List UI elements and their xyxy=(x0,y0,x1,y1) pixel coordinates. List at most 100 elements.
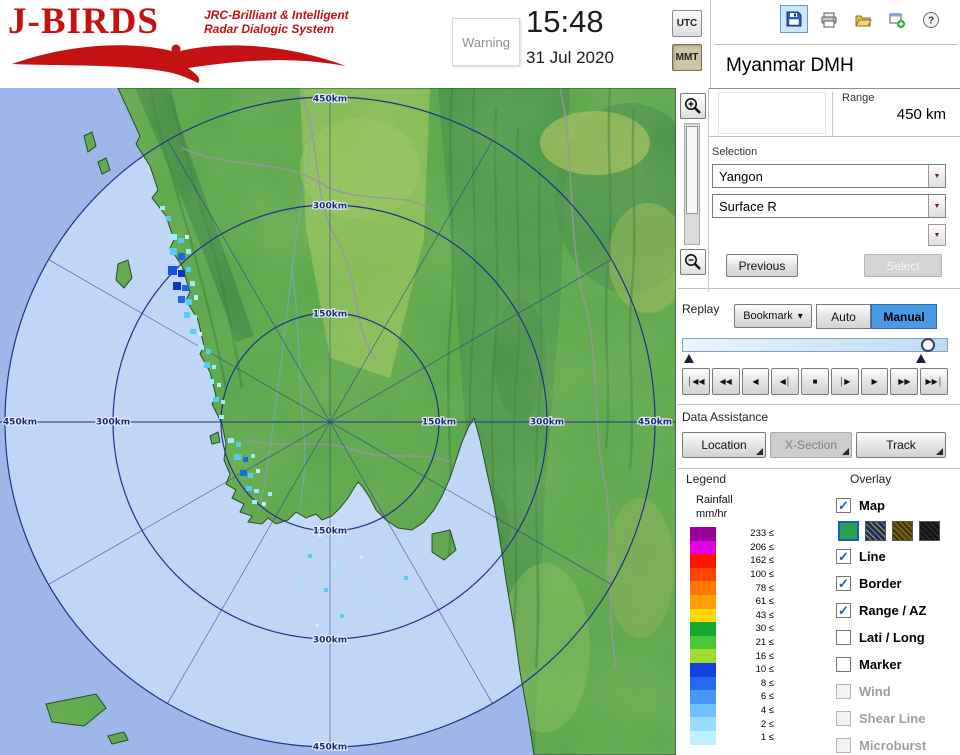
legend-value: 43 ≤ xyxy=(755,609,774,621)
zoom-in-button[interactable] xyxy=(680,93,706,119)
legend-color-swatch xyxy=(690,717,716,731)
range-ring-label: 300km xyxy=(313,636,347,646)
overlay-item-lati-long[interactable]: Lati / Long xyxy=(836,624,960,651)
chevron-down-icon[interactable] xyxy=(928,165,945,187)
overlay-label: Shear Line xyxy=(859,711,926,726)
elevation-dropdown-arrow[interactable] xyxy=(928,224,946,246)
chevron-down-icon[interactable] xyxy=(928,195,945,217)
legend-color-swatch xyxy=(690,554,716,568)
checkbox[interactable]: ✓ xyxy=(836,549,851,564)
zoom-scrollbar[interactable] xyxy=(684,123,700,245)
legend-value: 206 ≤ xyxy=(750,541,774,553)
clock-date: 31 Jul 2020 xyxy=(526,48,614,67)
overlay-item-map[interactable]: ✓ Map xyxy=(836,492,960,519)
overlay-item-shear-line[interactable]: Shear Line xyxy=(836,705,960,732)
overlay-item-marker[interactable]: Marker xyxy=(836,651,960,678)
utc-button[interactable]: UTC xyxy=(672,10,702,37)
legend-color-swatch xyxy=(690,540,716,555)
overlay-item-wind[interactable]: Wind xyxy=(836,678,960,705)
timeline-slider-knob[interactable] xyxy=(921,338,935,352)
legend-row: 100 ≤ xyxy=(690,567,774,582)
capture-button[interactable] xyxy=(884,7,910,33)
print-button[interactable] xyxy=(816,7,842,33)
playback-button-1[interactable]: ◀◀ xyxy=(711,368,740,395)
x-section-button[interactable]: X-Section xyxy=(770,432,852,458)
location-button[interactable]: Location xyxy=(682,432,766,458)
legend-value: 233 ≤ xyxy=(750,528,774,540)
section-divider xyxy=(678,468,960,469)
checkbox[interactable]: ✓ xyxy=(836,576,851,591)
range-ring-label: 150km xyxy=(313,310,347,320)
select-button[interactable]: Select xyxy=(864,254,942,277)
legend-color-swatch xyxy=(690,608,716,623)
legend-color-swatch xyxy=(690,649,716,663)
playback-button-4[interactable]: ■ xyxy=(801,368,829,395)
checkbox[interactable] xyxy=(836,657,851,672)
legend-color-swatch xyxy=(690,676,716,691)
overlay-item-line[interactable]: ✓ Line xyxy=(836,543,960,570)
help-button[interactable]: ? xyxy=(918,7,944,33)
legend-value: 2 ≤ xyxy=(760,718,774,730)
bookmark-button[interactable]: Bookmark xyxy=(734,304,812,328)
map-style-swatch-green[interactable] xyxy=(838,521,859,541)
overlay-item-border[interactable]: ✓ Border xyxy=(836,570,960,597)
mmt-button[interactable]: MMT xyxy=(672,44,702,71)
zoom-scrollbar-thumb[interactable] xyxy=(686,126,698,214)
range-ring-label: 300km xyxy=(313,202,347,212)
range-ring-label: 300km xyxy=(96,418,130,428)
radar-map[interactable]: 450km 300km 150km 150km 300km 450km 450km 300km… xyxy=(0,87,677,755)
legend-value: 61 ≤ xyxy=(755,596,774,608)
overlay-label: Marker xyxy=(859,657,902,672)
range-ring-label: 150km xyxy=(313,527,347,537)
overlay-label: Wind xyxy=(859,684,891,699)
legend-unit-mmhr: mm/hr xyxy=(696,508,728,520)
playback-button-7[interactable]: ▶▶ xyxy=(890,368,919,395)
zoom-out-button[interactable] xyxy=(680,249,706,275)
header-divider xyxy=(710,0,711,88)
checkbox[interactable]: ✓ xyxy=(836,603,851,618)
auto-button[interactable]: Auto xyxy=(816,304,871,329)
legend-value: 16 ≤ xyxy=(755,650,774,662)
legend-color-swatch xyxy=(690,662,716,677)
previous-button[interactable]: Previous xyxy=(726,254,798,277)
site-dropdown[interactable]: Yangon xyxy=(712,164,946,188)
logo-subtitle: JRC-Brilliant & Intelligent Radar Dialog… xyxy=(204,8,349,36)
legend-color-swatch xyxy=(690,594,716,609)
help-icon: ? xyxy=(923,12,939,28)
svg-text:?: ? xyxy=(928,16,934,27)
map-style-swatch-navy[interactable] xyxy=(865,521,886,541)
overlay-item-range-az[interactable]: ✓ Range / AZ xyxy=(836,597,960,624)
playback-button-3[interactable]: ◀│ xyxy=(771,368,800,395)
product-dropdown[interactable]: Surface R xyxy=(712,194,946,218)
save-button[interactable] xyxy=(780,5,808,33)
legend-row: 206 ≤ xyxy=(690,540,774,555)
legend-row: 8 ≤ xyxy=(690,676,774,691)
legend-color-swatch xyxy=(690,730,716,745)
map-style-swatch-olive[interactable] xyxy=(892,521,913,541)
open-folder-button[interactable] xyxy=(850,7,876,33)
playback-button-0[interactable]: │◀◀ xyxy=(682,368,710,395)
checkbox[interactable]: ✓ xyxy=(836,498,851,513)
playback-button-6[interactable]: ▶ xyxy=(860,368,889,395)
checkbox[interactable] xyxy=(836,684,851,699)
legend-color-swatch xyxy=(690,635,716,650)
replay-timeline-slider[interactable] xyxy=(682,338,948,352)
selection-label: Selection xyxy=(712,146,758,158)
range-ring-label: 450km xyxy=(313,95,347,105)
playback-button-2[interactable]: ◀ xyxy=(741,368,770,395)
overlay-label: Line xyxy=(859,549,886,564)
checkbox[interactable] xyxy=(836,630,851,645)
manual-button[interactable]: Manual xyxy=(871,304,937,329)
track-button[interactable]: Track xyxy=(856,432,946,458)
warning-indicator[interactable]: Warning xyxy=(452,18,520,66)
checkbox[interactable] xyxy=(836,711,851,726)
playback-button-5[interactable]: │▶ xyxy=(830,368,859,395)
legend-value: 10 ≤ xyxy=(755,664,774,676)
checkbox[interactable] xyxy=(836,738,851,753)
legend-row: 78 ≤ xyxy=(690,581,774,595)
map-style-swatch-black[interactable] xyxy=(919,521,940,541)
legend-value: 6 ≤ xyxy=(760,691,774,703)
playback-button-8[interactable]: ▶▶│ xyxy=(920,368,949,395)
legend-value: 100 ≤ xyxy=(750,569,774,581)
overlay-item-microburst[interactable]: Microburst xyxy=(836,732,960,755)
